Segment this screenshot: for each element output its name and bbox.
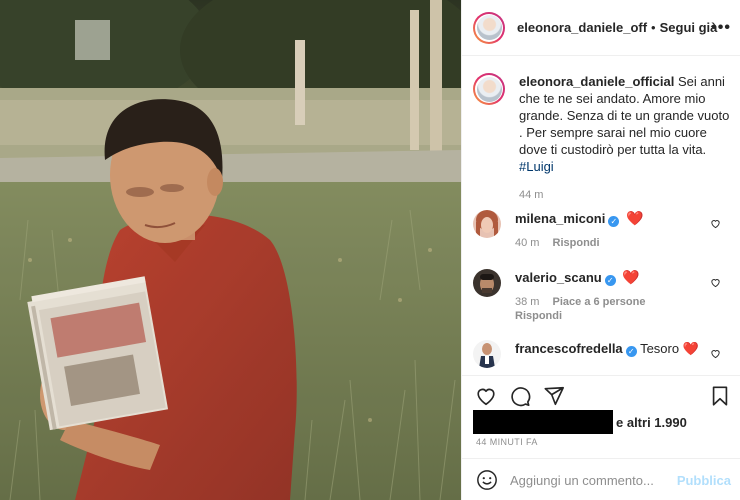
vintage-photo [0,0,461,500]
verified-badge-icon: ✓ [625,346,637,357]
caption-hashtag[interactable]: #Luigi [519,159,554,174]
post-side-panel: eleonora_daniele_off • Segui già ••• ele… [461,0,740,500]
caption-username[interactable]: eleonora_daniele_official [519,74,674,89]
reply-button[interactable]: Rispondi [515,310,562,322]
redacted-likers [473,410,613,434]
emoji-icon[interactable] [476,469,498,491]
comment-icon[interactable] [509,385,531,407]
comments-list[interactable]: eleonora_daniele_official Sei anni che t… [462,57,740,375]
commenter-avatar[interactable] [473,269,501,297]
share-icon[interactable] [543,385,565,407]
post-caption: eleonora_daniele_official Sei anni che t… [473,73,735,204]
publish-button[interactable]: Pubblica [677,473,731,488]
post-actions: e altri 1.990 44 MINUTI FA Pubblica [462,375,740,500]
header-separator: • [651,20,656,35]
comment-time[interactable]: 38 m [515,296,539,308]
comment-username[interactable]: valerio_scanu [515,270,602,285]
caption-time[interactable]: 44 m [519,187,731,204]
post-timestamp[interactable]: 44 MINUTI FA [476,437,538,447]
post-photo[interactable] [0,0,461,500]
like-heart-icon[interactable] [475,385,497,407]
comment-text: Tesoro ❤️ [640,341,699,356]
comment-item: francescofredella ✓ Tesoro ❤️ [473,340,735,368]
heart-icon[interactable] [710,348,721,359]
author-avatar[interactable] [473,11,505,44]
bookmark-icon[interactable] [709,385,731,407]
commenter-avatar[interactable] [473,340,501,368]
comment-input[interactable] [510,472,660,488]
following-button[interactable]: Segui già [660,20,718,35]
comment-text: ❤️ [625,210,644,226]
verified-badge-icon: ✓ [608,216,620,227]
likes-summary[interactable]: e altri 1.990 [473,410,687,434]
comment-item: milena_miconi ✓ ❤️ 40 m Rispondi [473,210,735,250]
reply-button[interactable]: Rispondi [553,237,600,249]
author-username[interactable]: eleonora_daniele_off [517,20,647,35]
comment-username[interactable]: francescofredella [515,341,623,356]
more-icon[interactable]: ••• [711,19,731,37]
likes-count[interactable]: e altri 1.990 [616,415,687,430]
comment-username[interactable]: milena_miconi [515,211,605,226]
comment-likes[interactable]: Piace a 6 persone [553,296,646,308]
post-header: eleonora_daniele_off • Segui già ••• [462,0,740,56]
verified-badge-icon: ✓ [604,275,616,286]
commenter-avatar[interactable] [473,210,501,238]
comment-item: valerio_scanu ✓ ❤️ 38 m Piace a 6 persone… [473,269,735,323]
add-comment-bar: Pubblica [462,458,740,500]
heart-icon[interactable] [710,218,721,229]
comment-text: ❤️ [622,269,640,285]
heart-icon[interactable] [710,277,721,288]
caption-avatar[interactable] [473,73,505,105]
comment-time[interactable]: 40 m [515,237,539,249]
